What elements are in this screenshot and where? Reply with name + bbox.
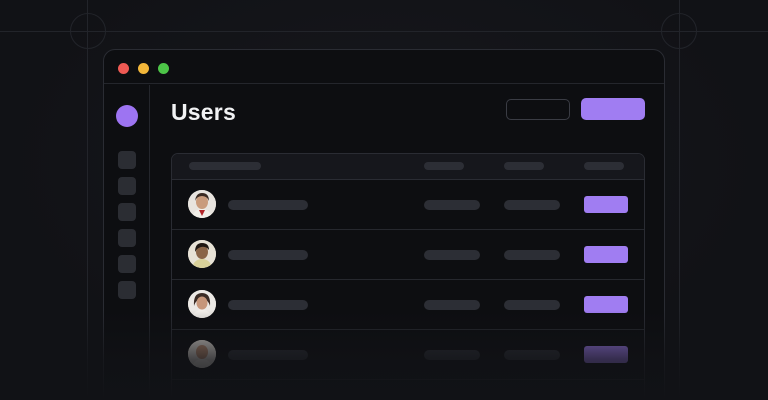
avatar: [188, 240, 216, 268]
column-header[interactable]: [584, 162, 624, 170]
users-table: [171, 153, 645, 400]
page-title: Users: [171, 99, 236, 125]
avatar: [188, 340, 216, 368]
name-placeholder: [228, 200, 308, 210]
cell-placeholder: [424, 200, 480, 210]
action-button[interactable]: [584, 296, 628, 313]
action-button[interactable]: [584, 246, 628, 263]
sidebar-item[interactable]: [118, 281, 136, 299]
sidebar-item[interactable]: [118, 255, 136, 273]
user-avatar-icon: [188, 190, 216, 218]
main-content: Users: [151, 85, 664, 400]
sidebar: [104, 85, 150, 400]
name-placeholder: [228, 350, 308, 360]
primary-button[interactable]: [581, 98, 645, 120]
cell-placeholder: [504, 300, 560, 310]
sidebar-item[interactable]: [118, 203, 136, 221]
table-row[interactable]: [172, 180, 644, 230]
name-placeholder: [228, 300, 308, 310]
guide-line: [87, 0, 88, 400]
sidebar-item[interactable]: [118, 177, 136, 195]
minimize-window-button[interactable]: [138, 63, 149, 74]
guide-ring: [70, 13, 106, 49]
name-placeholder: [228, 250, 308, 260]
close-window-button[interactable]: [118, 63, 129, 74]
table-row[interactable]: [172, 280, 644, 330]
user-avatar-icon: [188, 290, 216, 318]
cell-placeholder: [504, 350, 560, 360]
user-avatar-icon: [188, 240, 216, 268]
avatar: [188, 290, 216, 318]
sidebar-item[interactable]: [118, 229, 136, 247]
cell-placeholder: [504, 200, 560, 210]
titlebar: [104, 50, 664, 84]
column-header[interactable]: [189, 162, 261, 170]
cell-placeholder: [424, 300, 480, 310]
guide-ring: [661, 13, 697, 49]
user-avatar-icon: [188, 340, 216, 368]
app-window: Users: [103, 49, 665, 400]
avatar: [188, 190, 216, 218]
stage: Users: [0, 0, 768, 400]
action-button[interactable]: [584, 346, 628, 363]
secondary-button[interactable]: [506, 99, 570, 120]
cell-placeholder: [504, 250, 560, 260]
table-row[interactable]: [172, 230, 644, 280]
app-logo[interactable]: [116, 105, 138, 127]
guide-line: [679, 0, 680, 400]
table-header: [172, 154, 644, 180]
cell-placeholder: [424, 350, 480, 360]
column-header[interactable]: [424, 162, 464, 170]
sidebar-item[interactable]: [118, 151, 136, 169]
maximize-window-button[interactable]: [158, 63, 169, 74]
cell-placeholder: [424, 250, 480, 260]
action-button[interactable]: [584, 196, 628, 213]
guide-line: [0, 31, 768, 32]
table-row[interactable]: [172, 330, 644, 380]
column-header[interactable]: [504, 162, 544, 170]
